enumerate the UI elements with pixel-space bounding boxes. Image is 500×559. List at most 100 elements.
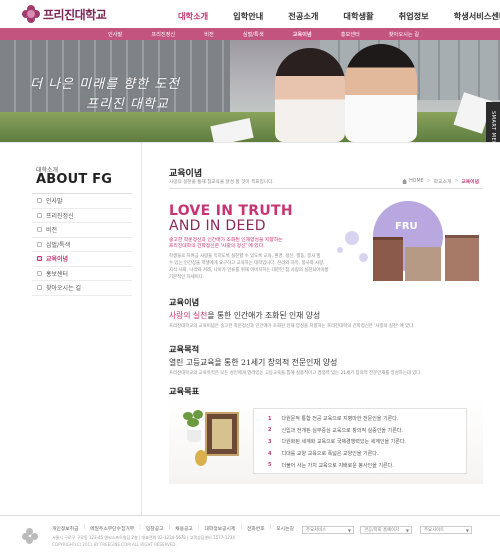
sidebar-item-label: 찾아오시는 길 bbox=[46, 285, 82, 293]
purpose-description: 프리진대학교의 교육목적은 모든 성인에게 열려있는 고등교육을 통해 실용적이… bbox=[169, 371, 422, 376]
subnav-item-pr[interactable]: 홍보센터 bbox=[341, 31, 360, 38]
body-paragraph-line: 수 있는 인간상을 학생에게 요구하고 교육하는 대학입니다. 진리와 자유, … bbox=[169, 261, 325, 266]
breadcrumb-section[interactable]: 학교소개 bbox=[434, 178, 452, 185]
section-heading-goals: 교육목표 bbox=[169, 386, 200, 396]
subnav-item-directions[interactable]: 찾아오시는 길 bbox=[389, 31, 419, 38]
list-item: 3 다원화된 세계화 교육으로 국제경쟁력있는 세계인을 기른다. bbox=[268, 436, 466, 448]
goal-text: 다원화된 세계화 교육으로 국제경쟁력있는 세계인을 기른다. bbox=[281, 439, 407, 446]
body-paragraph-line: 기본적인 자세이다. bbox=[169, 275, 205, 280]
sidebar-item-education[interactable]: 교육이념 bbox=[32, 252, 132, 267]
gnb-item-admission[interactable]: 입학안내 bbox=[233, 10, 263, 22]
footer-link-disclosure[interactable]: 대학정보공시제 bbox=[204, 525, 235, 532]
sidebar-item-spirit[interactable]: 프리진정신 bbox=[32, 209, 132, 223]
bullet-icon bbox=[37, 270, 42, 276]
footer-link-phone[interactable]: 전화번호 bbox=[247, 525, 265, 532]
body-paragraph-line: 지식 사회, 나라와 겨레, 나아가 인류를 위해 이바지하는 대한민 참 사람… bbox=[169, 268, 329, 273]
sub-nav: 인사말 프리진정신 비전 심벌/특색 교육이념 홍보센터 찾아오시는 길 bbox=[0, 28, 500, 40]
sidebar-item-label: 프리진정신 bbox=[46, 212, 74, 220]
bullet-icon bbox=[37, 227, 42, 233]
logo-text: 프리진대학교 bbox=[43, 7, 107, 22]
sidebar-item-pr[interactable]: 홍보센터 bbox=[32, 267, 132, 281]
bullet-icon bbox=[37, 241, 42, 247]
sidebar-item-directions[interactable]: 찾아오시는 길 bbox=[32, 281, 132, 296]
bullet-icon bbox=[37, 198, 42, 204]
philosophy-description: 프리진대학교의 교육이념은 숭고한 학문정신과 인간애가 조화된 인재 양성을 … bbox=[169, 324, 415, 329]
body-paragraph-line: 학생들로 하여금 사랑을 익히도록 실천할 수 있도록 교육, 환경, 정신, … bbox=[169, 254, 321, 259]
list-item: 2 신입과 전개된 실무중심 교육으로 창의적 실증인을 기른다. bbox=[268, 425, 466, 437]
gnb-item-campus-life[interactable]: 대학생활 bbox=[343, 10, 373, 22]
fru-label: FRU bbox=[395, 221, 418, 232]
gnb-item-about[interactable]: 대학소개 bbox=[178, 10, 208, 22]
subnav-item-symbol[interactable]: 심벌/특색 bbox=[243, 31, 264, 38]
header: 프리진대학교 대학소개 입학안내 전공소개 대학생활 취업정보 학생서비스센터 bbox=[0, 0, 500, 28]
goal-number: 1 bbox=[268, 415, 272, 422]
sidebar-item-label: 교육이념 bbox=[46, 256, 69, 264]
plant-illustration bbox=[181, 410, 205, 442]
subnav-item-spirit[interactable]: 프리진정신 bbox=[151, 31, 175, 38]
hero-student-photo bbox=[345, 44, 417, 142]
sidebar-item-label: 비전 bbox=[46, 227, 58, 235]
page-title: 교육이념 bbox=[169, 169, 203, 179]
bullet-icon bbox=[37, 285, 42, 291]
chevron-down-icon: ▼ bbox=[347, 527, 351, 533]
select-related-sites[interactable]: 관공/학회 홈페이지 ▼ bbox=[360, 526, 412, 534]
gnb-item-student-service[interactable]: 학생서비스센터 bbox=[454, 10, 500, 22]
chevron-down-icon: ▼ bbox=[465, 527, 469, 533]
breadcrumb-separator: > bbox=[454, 179, 459, 184]
breadcrumb-home[interactable]: HOME bbox=[409, 179, 424, 184]
campus-building bbox=[373, 237, 403, 281]
footer: 개인정보취급 | 메일주소무단수집거부 | 입찰공고 | 채용공고 | 대학정보공시제 |… bbox=[0, 515, 500, 559]
footer-link-directions[interactable]: 오시는길 bbox=[276, 525, 294, 532]
sidebar-menu: 인사말 프리진정신 비전 심벌/특색 교육이념 홍보센터 찾아오시는 길 bbox=[32, 193, 132, 296]
sidebar-item-greeting[interactable]: 인사말 bbox=[32, 194, 132, 209]
logo[interactable]: 프리진대학교 bbox=[22, 4, 107, 24]
sidebar-item-label: 홍보센터 bbox=[46, 270, 69, 278]
list-item: 5 더불어 사는 가치 교육으로 지배로운 봉사인을 기른다. bbox=[268, 459, 466, 471]
gnb-item-career[interactable]: 취업정보 bbox=[399, 10, 429, 22]
sidebar: 대학소개 ABOUT FG 인사말 프리진정신 비전 심벌/특색 교육이념 홍보… bbox=[22, 143, 142, 516]
sidebar-item-vision[interactable]: 비전 bbox=[32, 223, 132, 238]
pot bbox=[187, 430, 201, 442]
main-content: 교육이념 사랑의 실천을 통해 참교육을 달성 할 것이 목표입니다. HOME… bbox=[165, 143, 485, 516]
goal-number: 4 bbox=[268, 450, 272, 457]
footer-link-email-policy[interactable]: 메일주소무단수집거부 bbox=[90, 525, 134, 532]
bullet-icon bbox=[37, 256, 42, 262]
subnav-item-education[interactable]: 교육이념 bbox=[293, 31, 312, 38]
separator: | bbox=[139, 525, 141, 530]
select-main-sites[interactable]: 주요사이트 ▼ bbox=[420, 526, 472, 534]
footer-logo-icon bbox=[22, 528, 38, 544]
sidebar-item-label: 인사말 bbox=[46, 198, 63, 206]
breadcrumb-separator: > bbox=[426, 179, 431, 184]
separator: | bbox=[168, 525, 171, 530]
footer-link-privacy[interactable]: 개인정보취급 bbox=[52, 525, 78, 532]
goal-number: 5 bbox=[268, 462, 272, 469]
breadcrumb: HOME > 학교소개 > 교육이념 bbox=[402, 178, 479, 185]
philosophy-slogan: 사랑의 실천을 통한 인간애가 조화된 인재 양성 bbox=[169, 310, 320, 321]
sidebar-item-label: 심벌/특색 bbox=[46, 241, 71, 249]
leaf bbox=[187, 418, 199, 427]
separator: | bbox=[240, 525, 242, 530]
decor-bubble bbox=[359, 253, 368, 262]
breadcrumb-current: 교육이념 bbox=[461, 180, 479, 185]
goal-text: 디대를 교양 교육으로 폭넓은 교양인을 기른다. bbox=[281, 451, 379, 458]
footer-link-bids[interactable]: 입찰공고 bbox=[146, 525, 164, 532]
goal-text: 더불어 사는 가치 교육으로 지배로운 봉사인을 기른다. bbox=[281, 462, 394, 469]
love-in-truth-heading: LOVE IN TRUTH bbox=[169, 203, 293, 219]
purpose-slogan: 열린 고등교육을 통한 21세기 창의적 전문인재 양성 bbox=[169, 357, 337, 368]
list-item: 4 디대를 교양 교육으로 폭넓은 교양인을 기른다. bbox=[268, 448, 466, 460]
separator: | bbox=[269, 525, 272, 530]
footer-link-jobs[interactable]: 채용공고 bbox=[175, 525, 193, 532]
logo-flower-icon bbox=[22, 5, 40, 23]
goal-number: 3 bbox=[268, 438, 272, 445]
subnav-item-vision[interactable]: 비전 bbox=[204, 31, 214, 38]
gnb-item-majors[interactable]: 전공소개 bbox=[288, 10, 318, 22]
select-value: 관공/학회 홈페이지 bbox=[364, 528, 400, 533]
subnav-item-greeting[interactable]: 인사말 bbox=[108, 31, 122, 38]
smart-menu-button[interactable]: SMART MENU bbox=[486, 102, 500, 142]
sidebar-item-symbol[interactable]: 심벌/특색 bbox=[32, 238, 132, 252]
home-icon bbox=[402, 179, 408, 184]
select-value: 주요사이트 bbox=[424, 528, 445, 533]
bullet-icon bbox=[37, 212, 42, 218]
section-heading-purpose: 교육목적 bbox=[169, 344, 200, 354]
select-services[interactable]: 주요서비스 ▼ bbox=[302, 526, 354, 534]
